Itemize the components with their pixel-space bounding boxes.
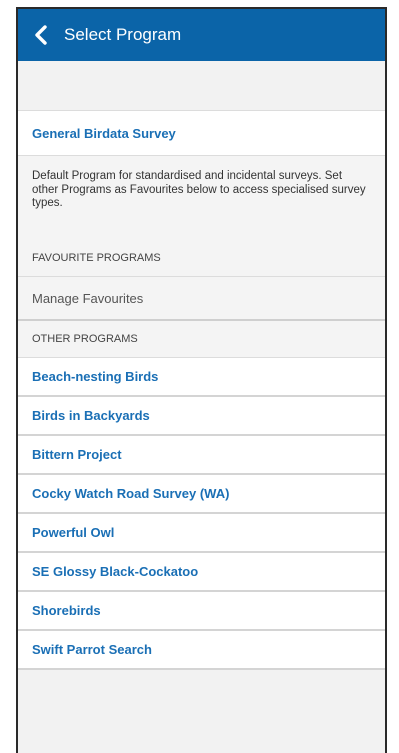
- program-item-cocky-watch-road-survey[interactable]: Cocky Watch Road Survey (WA): [18, 475, 385, 514]
- blank-row: [18, 61, 385, 111]
- program-item-bittern-project[interactable]: Bittern Project: [18, 436, 385, 475]
- program-item-shorebirds[interactable]: Shorebirds: [18, 592, 385, 631]
- general-birdata-survey-item[interactable]: General Birdata Survey: [18, 111, 385, 156]
- program-item-se-glossy-black-cockatoo[interactable]: SE Glossy Black-Cockatoo: [18, 553, 385, 592]
- other-programs-heading: OTHER PROGRAMS: [18, 321, 385, 358]
- program-item-swift-parrot-search[interactable]: Swift Parrot Search: [18, 631, 385, 670]
- program-item-powerful-owl[interactable]: Powerful Owl: [18, 514, 385, 553]
- app-header: Select Program: [18, 9, 385, 61]
- back-button[interactable]: [18, 9, 64, 61]
- program-item-birds-in-backyards[interactable]: Birds in Backyards: [18, 397, 385, 436]
- phone-screen: Select Program General Birdata Survey De…: [16, 7, 387, 753]
- favourite-programs-heading: FAVOURITE PROGRAMS: [18, 240, 385, 277]
- page-title: Select Program: [64, 25, 182, 44]
- program-item-beach-nesting-birds[interactable]: Beach-nesting Birds: [18, 358, 385, 397]
- manage-favourites-item[interactable]: Manage Favourites: [18, 277, 385, 321]
- other-programs-list: Beach-nesting Birds Birds in Backyards B…: [18, 358, 385, 670]
- chevron-left-icon: [35, 25, 47, 45]
- general-program-description: Default Program for standardised and inc…: [18, 156, 385, 240]
